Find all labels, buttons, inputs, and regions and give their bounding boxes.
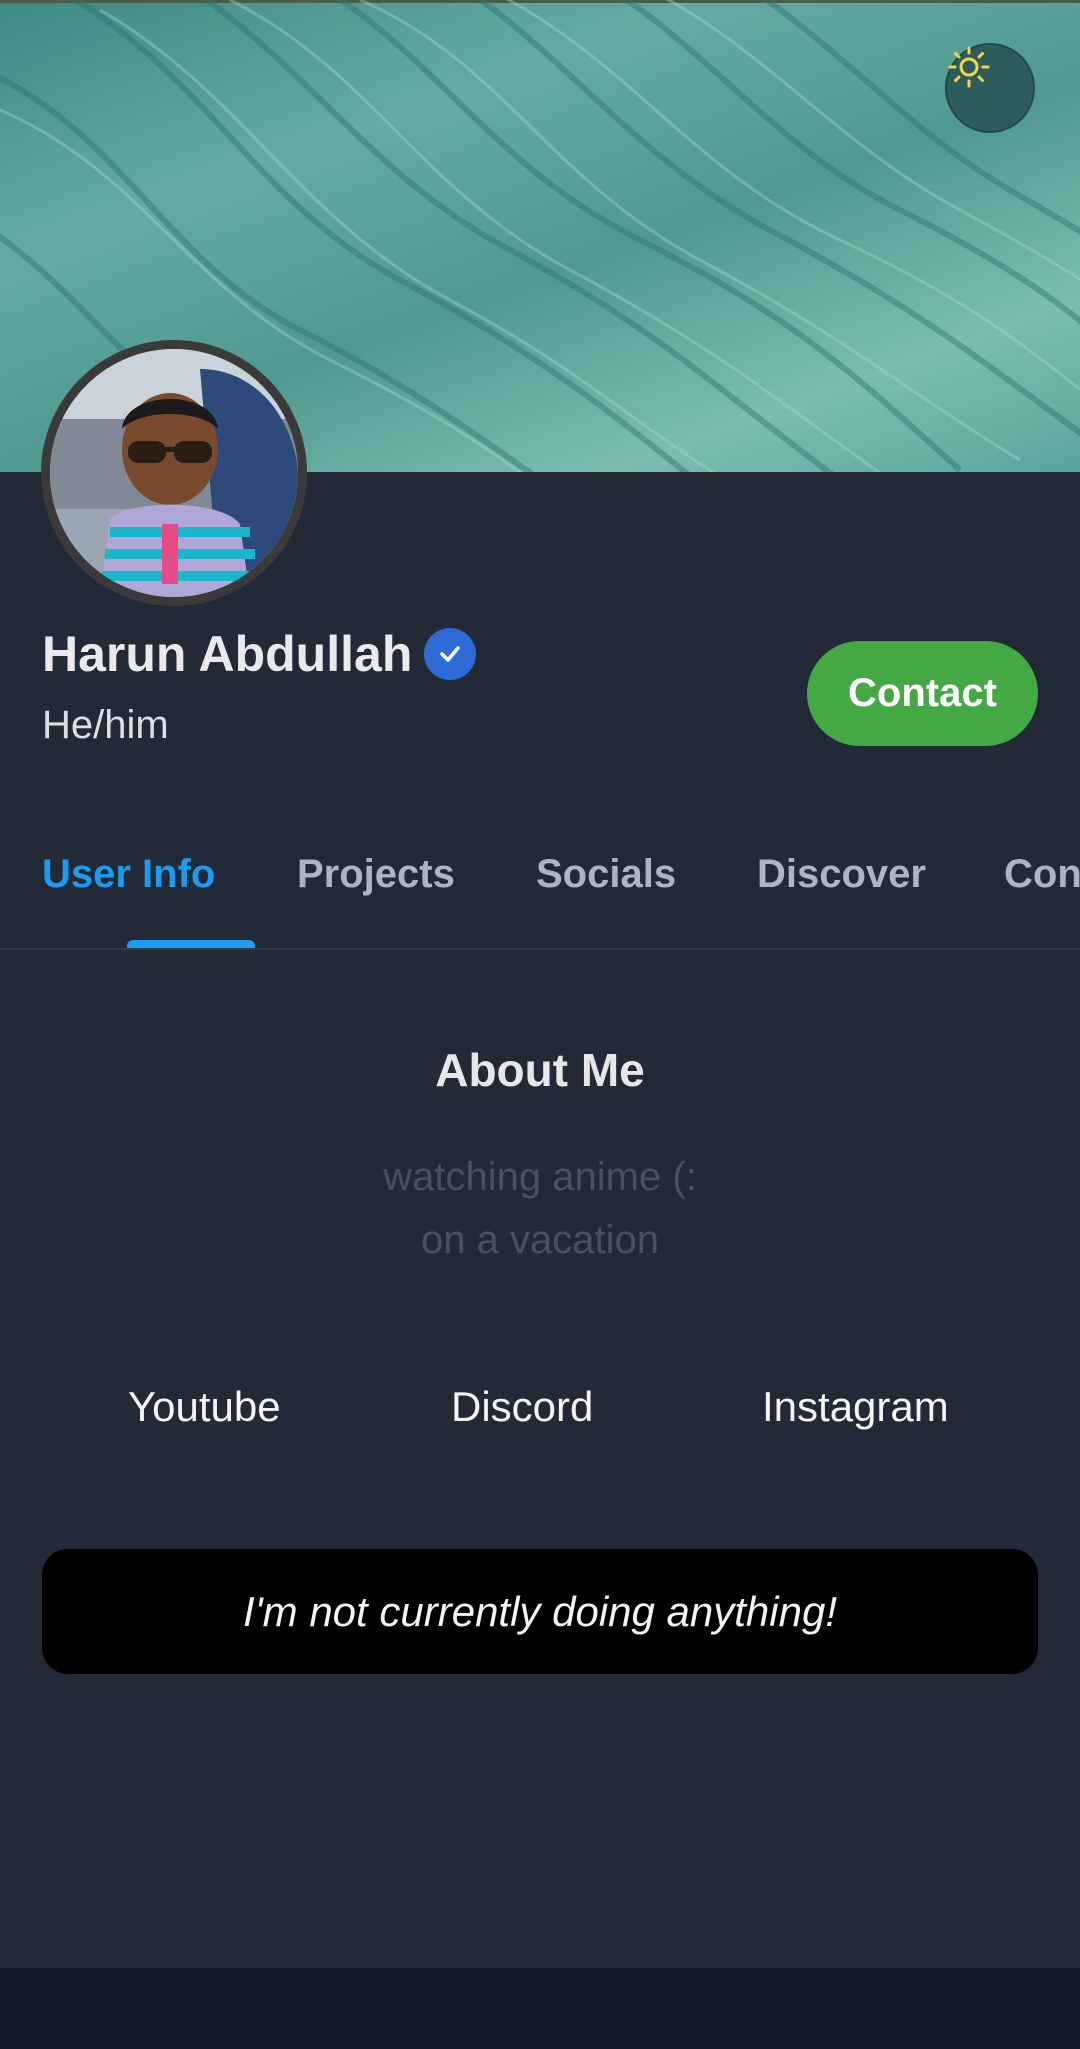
pronouns: He/him xyxy=(42,703,169,747)
verified-check-icon xyxy=(424,628,477,680)
activity-status-card: I'm not currently doing anything! xyxy=(42,1549,1038,1674)
about-line: watching anime (: xyxy=(383,1155,697,1199)
tab-bar: User Info Projects Socials Discover Con xyxy=(0,812,1080,950)
about-line: on a vacation xyxy=(421,1218,659,1262)
sun-icon xyxy=(948,46,990,88)
profile-photo xyxy=(50,349,298,597)
tab-user-info[interactable]: User Info xyxy=(42,852,215,897)
about-me-heading: About Me xyxy=(435,1044,645,1096)
active-tab-indicator xyxy=(127,940,255,948)
tab-socials[interactable]: Socials xyxy=(536,852,676,897)
avatar xyxy=(41,340,307,606)
footer xyxy=(0,1968,1080,2049)
youtube-link[interactable]: Youtube xyxy=(128,1383,281,1431)
instagram-link[interactable]: Instagram xyxy=(762,1383,949,1431)
profile-name: Harun Abdullah xyxy=(42,626,413,682)
tab-projects[interactable]: Projects xyxy=(297,852,455,897)
activity-status-text: I'm not currently doing anything! xyxy=(242,1587,837,1635)
discord-link[interactable]: Discord xyxy=(451,1383,593,1431)
contact-button[interactable]: Contact xyxy=(807,641,1038,746)
tab-discover[interactable]: Discover xyxy=(757,852,926,897)
theme-toggle-button[interactable] xyxy=(945,43,1035,133)
name-row: Harun Abdullah xyxy=(42,626,477,682)
tab-contact[interactable]: Con xyxy=(1004,852,1080,897)
